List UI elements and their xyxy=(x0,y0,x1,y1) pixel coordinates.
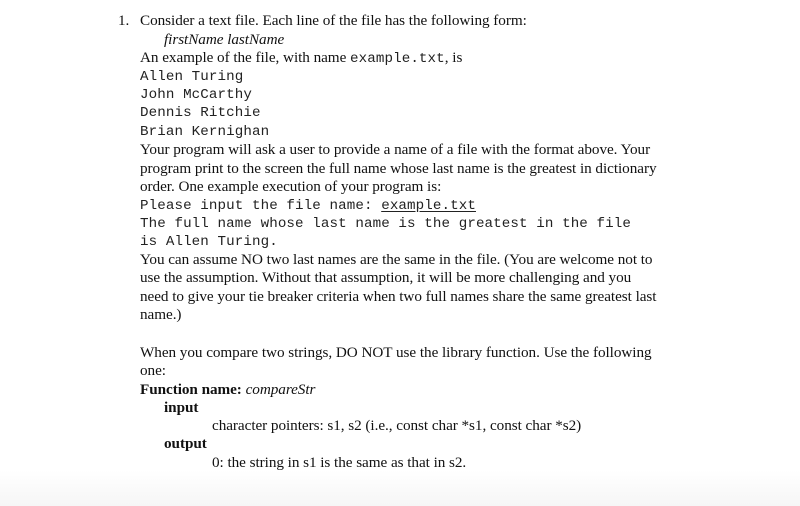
execution-output-line: The full name whose last name is the gre… xyxy=(140,216,631,232)
format-spec: firstName lastName xyxy=(164,31,285,48)
assumption-line: need to give your tie breaker criteria w… xyxy=(140,288,657,305)
example-prefix: An example of the file, with name xyxy=(140,49,351,66)
execution-user-input: example.txt xyxy=(381,198,476,214)
assumption-line: use the assumption. Without that assumpt… xyxy=(140,269,632,286)
example-filename: example.txt xyxy=(350,51,445,67)
problem-intro: Consider a text file. Each line of the f… xyxy=(140,12,527,29)
assumption-line: name.) xyxy=(140,306,182,323)
description-line: program print to the screen the full nam… xyxy=(140,160,657,177)
function-name-label: Function name: xyxy=(140,381,246,398)
file-line: Allen Turing xyxy=(140,69,244,85)
example-suffix: , is xyxy=(444,49,463,66)
function-input-desc: character pointers: s1, s2 (i.e., const … xyxy=(212,417,582,434)
file-line: John McCarthy xyxy=(140,87,252,103)
function-input-label: input xyxy=(164,399,199,416)
page-bottom-shade xyxy=(0,470,800,506)
compare-line: When you compare two strings, DO NOT use… xyxy=(140,344,652,361)
example-intro: An example of the file, with name exampl… xyxy=(140,49,462,68)
description-line: order. One example execution of your pro… xyxy=(140,178,442,195)
assumption-line: You can assume NO two last names are the… xyxy=(140,251,653,268)
compare-line: one: xyxy=(140,362,166,379)
function-name-line: Function name: compareStr xyxy=(140,381,315,399)
execution-prompt-line: Please input the file name: example.txt xyxy=(140,197,476,215)
description-line: Your program will ask a user to provide … xyxy=(140,141,651,158)
file-line: Dennis Ritchie xyxy=(140,105,261,121)
execution-output-line: is Allen Turing. xyxy=(140,234,278,250)
execution-prompt: Please input the file name: xyxy=(140,198,382,214)
function-output-label: output xyxy=(164,435,207,452)
file-line: Brian Kernighan xyxy=(140,124,270,140)
problem-number: 1. xyxy=(118,12,130,29)
function-name-value: compareStr xyxy=(245,381,316,398)
